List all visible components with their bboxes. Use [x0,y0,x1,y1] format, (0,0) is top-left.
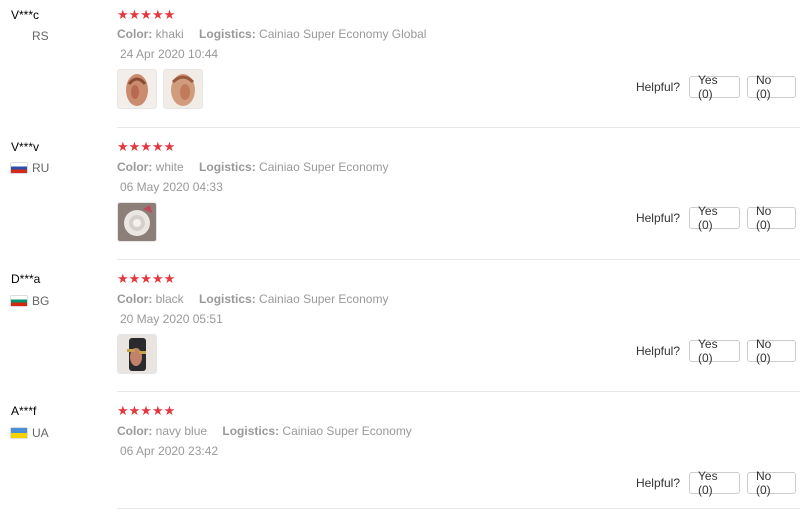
helpful-yes-button[interactable]: Yes (0) [689,73,740,101]
logistics-value: Cainiao Super Economy [282,424,412,438]
helpful-label: Helpful? [635,211,680,225]
stars-icon: ★★★★★ [117,272,176,287]
review-attributes: Color: khaki Logistics: Cainiao Super Ec… [117,27,438,41]
color-label: Color: [117,160,153,174]
review-photo-thumbnail[interactable] [117,334,157,374]
review-photo-thumbnail[interactable] [117,202,157,242]
review-divider [117,127,800,128]
logistics-label: Logistics: [199,292,256,306]
russia-flag-icon [11,163,27,173]
review-divider [117,508,800,509]
color-value: khaki [155,27,184,41]
star-rating: ★★★★★ [117,405,175,418]
reviewer-name: A***f [11,404,37,418]
helpful-yes-button[interactable]: Yes (0) [689,469,740,497]
reviewer-country: RS [11,29,49,43]
helpful-yes-button[interactable]: Yes (0) [689,337,740,365]
helpful-no-button[interactable]: No (0) [747,204,796,232]
color-value: white [155,160,184,174]
reviewer-name: V***c [11,8,40,22]
logistics-value: Cainiao Super Economy [259,160,389,174]
star-rating: ★★★★★ [117,273,175,286]
stars-icon: ★★★★★ [117,8,176,23]
helpful-label: Helpful? [635,476,680,490]
review-date: 06 Apr 2020 23:42 [120,444,219,458]
country-code: UA [32,426,49,440]
helpful-voting: Helpful? Yes (0) No (0) [635,204,796,232]
helpful-label: Helpful? [635,344,680,358]
helpful-no-button[interactable]: No (0) [747,73,796,101]
star-rating: ★★★★★ [117,141,175,154]
logistics-value: Cainiao Super Economy [259,292,389,306]
reviewer-country: RU [11,161,49,175]
reviewer-name: V***v [11,140,40,154]
helpful-voting: Helpful? Yes (0) No (0) [635,469,796,497]
stars-icon: ★★★★★ [117,140,176,155]
ukraine-flag-icon [11,428,27,438]
review-photos [117,69,203,109]
review-date: 24 Apr 2020 10:44 [120,47,219,61]
bulgaria-flag-icon [11,296,27,306]
helpful-no-button[interactable]: No (0) [747,469,796,497]
stars-icon: ★★★★★ [117,404,176,419]
flag-placeholder [11,31,27,41]
country-code: RU [32,161,50,175]
color-label: Color: [117,424,153,438]
helpful-label: Helpful? [635,80,680,94]
helpful-voting: Helpful? Yes (0) No (0) [635,73,796,101]
review-date: 06 May 2020 04:33 [120,180,223,194]
review-attributes: Color: white Logistics: Cainiao Super Ec… [117,160,400,174]
review-divider [117,259,800,260]
review-attributes: Color: navy blue Logistics: Cainiao Supe… [117,424,424,438]
reviewer-country: UA [11,426,49,440]
color-label: Color: [117,27,153,41]
reviewer-name: D***a [11,272,41,286]
logistics-label: Logistics: [199,160,256,174]
helpful-no-button[interactable]: No (0) [747,337,796,365]
logistics-label: Logistics: [199,27,256,41]
review-attributes: Color: black Logistics: Cainiao Super Ec… [117,292,400,306]
reviewer-country: BG [11,294,49,308]
helpful-voting: Helpful? Yes (0) No (0) [635,337,796,365]
color-value: black [155,292,184,306]
review-photos [117,334,157,374]
review-photo-thumbnail[interactable] [163,69,203,109]
logistics-label: Logistics: [222,424,280,438]
review-divider [117,391,800,392]
country-code: BG [32,294,50,308]
star-rating: ★★★★★ [117,9,175,22]
review-photo-thumbnail[interactable] [117,69,157,109]
review-photos [117,202,157,242]
helpful-yes-button[interactable]: Yes (0) [689,204,740,232]
color-label: Color: [117,292,153,306]
review-date: 20 May 2020 05:51 [120,312,223,326]
country-code: RS [32,29,49,43]
logistics-value: Cainiao Super Economy Global [259,27,427,41]
color-value: navy blue [155,424,208,438]
